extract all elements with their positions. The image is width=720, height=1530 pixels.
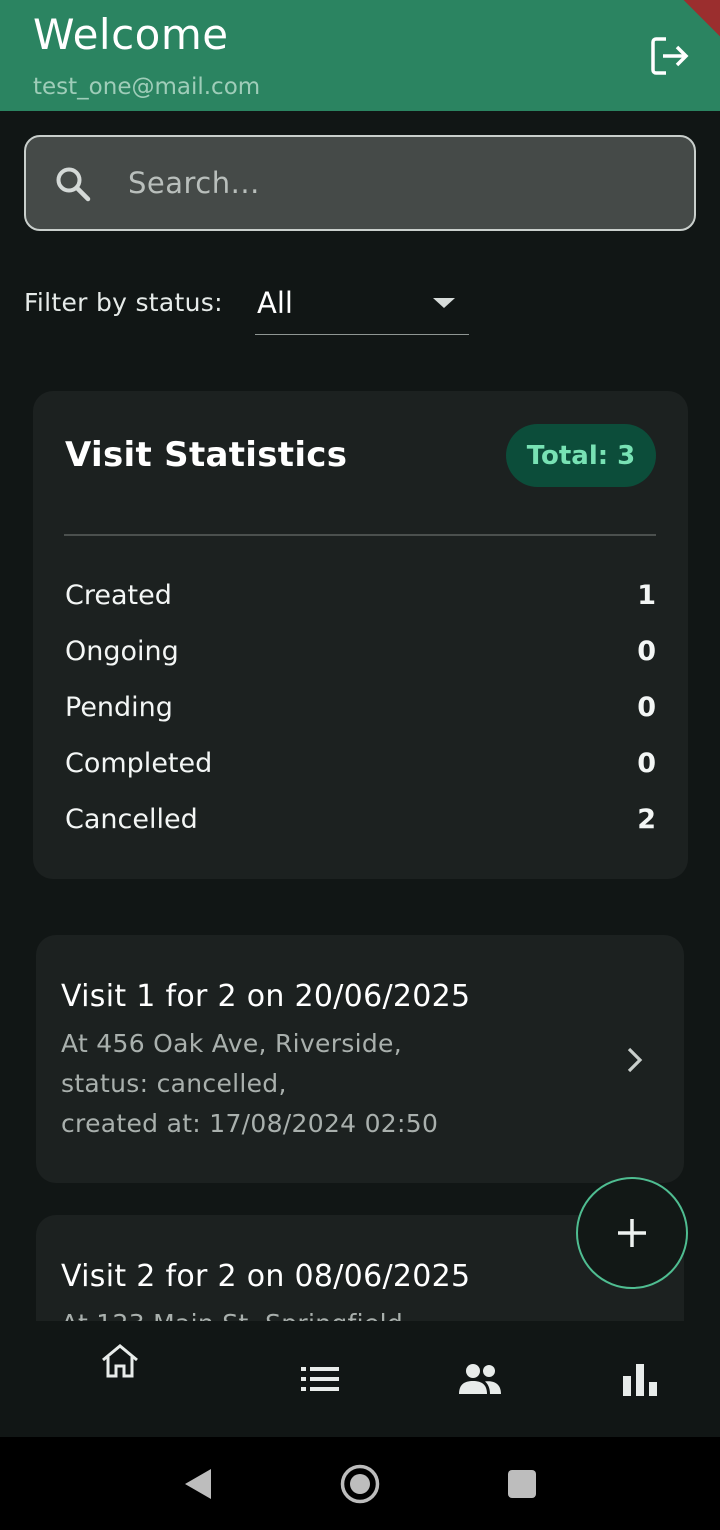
search-icon bbox=[54, 165, 92, 203]
home-circle-icon[interactable] bbox=[339, 1463, 381, 1505]
plus-icon bbox=[618, 1219, 646, 1247]
app-root: Welcome test_one@mail.com Filter by stat… bbox=[0, 0, 720, 1530]
bar-chart-icon bbox=[623, 1364, 657, 1396]
home-icon bbox=[102, 1344, 138, 1378]
stat-row-ongoing: Ongoing 0 bbox=[65, 631, 656, 671]
search-bar[interactable] bbox=[24, 135, 696, 231]
app-header: Welcome test_one@mail.com bbox=[0, 0, 720, 111]
stat-label: Pending bbox=[65, 691, 173, 723]
stat-value: 0 bbox=[637, 747, 656, 779]
visit-address: At 456 Oak Ave, Riverside, bbox=[61, 1029, 402, 1058]
user-email: test_one@mail.com bbox=[33, 74, 261, 100]
stat-label: Completed bbox=[65, 747, 213, 779]
nav-list[interactable] bbox=[230, 1321, 410, 1437]
welcome-title: Welcome bbox=[33, 10, 229, 59]
stat-row-created: Created 1 bbox=[65, 575, 656, 615]
visit-card[interactable]: Visit 1 for 2 on 20/06/2025 At 456 Oak A… bbox=[36, 935, 684, 1183]
stat-value: 1 bbox=[637, 579, 656, 611]
stat-row-cancelled: Cancelled 2 bbox=[65, 799, 656, 839]
system-navigation-bar bbox=[0, 1437, 720, 1530]
logout-button[interactable] bbox=[648, 34, 692, 78]
visit-address: At 123 Main St, Springfield, bbox=[61, 1309, 411, 1321]
chevron-right-icon bbox=[627, 1047, 643, 1073]
filter-label: Filter by status: bbox=[24, 288, 223, 317]
stat-value: 2 bbox=[637, 803, 656, 835]
dropdown-caret-icon bbox=[433, 298, 455, 308]
add-visit-button[interactable] bbox=[576, 1177, 688, 1289]
nav-statistics[interactable] bbox=[550, 1321, 720, 1437]
stat-value: 0 bbox=[637, 635, 656, 667]
search-input[interactable] bbox=[128, 155, 668, 211]
nav-home[interactable] bbox=[30, 1321, 210, 1437]
stat-value: 0 bbox=[637, 691, 656, 723]
back-icon[interactable] bbox=[183, 1467, 213, 1501]
bottom-navigation bbox=[0, 1321, 720, 1437]
visit-statistics-card: Visit Statistics Total: 3 Created 1 Ongo… bbox=[33, 391, 688, 879]
recents-icon[interactable] bbox=[507, 1469, 537, 1499]
stats-title: Visit Statistics bbox=[65, 435, 348, 475]
total-badge: Total: 3 bbox=[506, 424, 656, 487]
status-filter-dropdown[interactable]: All bbox=[255, 278, 469, 335]
visit-status: status: cancelled, bbox=[61, 1069, 287, 1098]
visit-title: Visit 1 for 2 on 20/06/2025 bbox=[61, 979, 471, 1014]
status-filter-value: All bbox=[257, 286, 293, 320]
visit-created-at: created at: 17/08/2024 02:50 bbox=[61, 1109, 439, 1138]
stat-label: Created bbox=[65, 579, 172, 611]
people-icon bbox=[459, 1364, 501, 1394]
stats-divider bbox=[64, 534, 656, 536]
nav-people[interactable] bbox=[390, 1321, 570, 1437]
list-icon bbox=[301, 1367, 339, 1391]
stat-row-completed: Completed 0 bbox=[65, 743, 656, 783]
stat-label: Cancelled bbox=[65, 803, 198, 835]
stat-row-pending: Pending 0 bbox=[65, 687, 656, 727]
logout-icon bbox=[651, 37, 689, 75]
stat-label: Ongoing bbox=[65, 635, 179, 667]
visit-title: Visit 2 for 2 on 08/06/2025 bbox=[61, 1259, 471, 1294]
